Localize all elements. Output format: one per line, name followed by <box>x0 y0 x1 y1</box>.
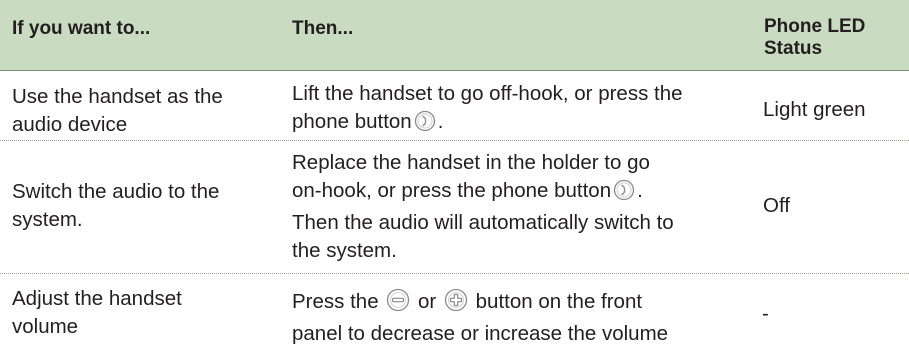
row3-then-line2: panel to decrease or increase the volume <box>292 322 669 345</box>
row3-want: Adjust the handset volume <box>12 285 182 341</box>
row1-then: Lift the handset to go off-hook, or pres… <box>292 80 683 140</box>
header-want: If you want to... <box>12 18 151 39</box>
row3-then-line1: Press the or button on the front <box>292 288 668 320</box>
phone-button-icon <box>613 179 635 209</box>
row2-then-line2: on-hook, or press the phone button. <box>292 177 674 209</box>
volume-up-button-icon <box>444 288 468 320</box>
row2-then-line3: Then the audio will automatically switch… <box>292 211 674 234</box>
row1-want: Use the handset as the audio device <box>12 83 223 139</box>
row3-then-line1-text: Press the <box>292 290 379 313</box>
header-status-line1: Phone LED <box>764 16 866 37</box>
header-status-line2: Status <box>764 38 823 59</box>
row1-then-line2-end: . <box>437 110 444 133</box>
row3-status: - <box>762 302 769 325</box>
row2-rule <box>0 273 909 274</box>
row2-then-line4: the system. <box>292 239 397 262</box>
row3-want-line2: volume <box>12 315 79 338</box>
header-rule <box>0 70 909 71</box>
header-status: Phone LED Status <box>764 16 865 60</box>
row2-want-line1: Switch the audio to the <box>12 180 220 203</box>
volume-down-button-icon <box>386 288 410 320</box>
row1-then-line2: phone button. <box>292 108 683 140</box>
row2-then-line2-end: . <box>637 179 643 202</box>
row2-want-line2: system. <box>12 208 83 231</box>
row2-then: Replace the handset in the holder to go … <box>292 149 674 265</box>
row1-want-line1: Use the handset as the <box>12 85 223 108</box>
row2-then-line1: Replace the handset in the holder to go <box>292 151 650 174</box>
row2-status: Off <box>763 194 790 217</box>
row1-status: Light green <box>763 98 866 121</box>
header-then: Then... <box>292 18 354 39</box>
row2-want: Switch the audio to the system. <box>12 178 219 234</box>
row1-rule <box>0 140 909 141</box>
row1-then-line1: Lift the handset to go off-hook, or pres… <box>292 82 683 105</box>
row3-want-line1: Adjust the handset <box>12 287 182 310</box>
row3-then: Press the or button on the front panel t… <box>292 288 668 348</box>
phone-button-icon <box>414 110 436 140</box>
row1-want-line2: audio device <box>12 113 128 136</box>
row3-then-or: or <box>418 290 437 313</box>
row1-then-line2-text: phone button <box>292 110 412 133</box>
row3-then-line1-end: button on the front <box>475 290 643 313</box>
feature-table: If you want to... Then... Phone LED Stat… <box>0 0 909 353</box>
row2-then-line2-text: on-hook, or press the phone button <box>292 179 612 202</box>
